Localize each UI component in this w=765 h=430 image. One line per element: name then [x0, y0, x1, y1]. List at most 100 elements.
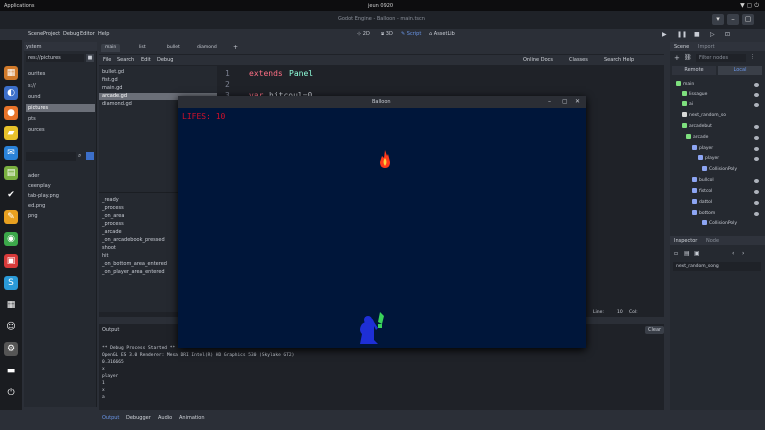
mail-icon[interactable]: ✉ [4, 146, 18, 160]
search-icon[interactable]: ⌕ [78, 152, 81, 160]
workspace-script[interactable]: ✎ Script [398, 30, 424, 38]
link-icon[interactable]: ⛓ [684, 54, 692, 61]
tree-node[interactable]: dattol [692, 199, 712, 207]
tree-node[interactable]: bullcol [692, 177, 714, 185]
stop-button[interactable]: ■ [691, 30, 703, 39]
tab-list[interactable]: list [135, 44, 150, 52]
tab-node[interactable]: Node [706, 238, 719, 244]
menu-help[interactable]: Help [98, 31, 109, 37]
tree-node[interactable]: CollisionPoly [702, 220, 737, 228]
tab-audio[interactable]: Audio [158, 415, 172, 421]
launcher-app-icon[interactable]: ◐ [4, 86, 18, 100]
filter-options-icon[interactable]: ⋮ [750, 54, 755, 60]
workspace-2d[interactable]: ⊹ 2D [354, 30, 373, 38]
tab-diamond[interactable]: diamond [193, 44, 221, 52]
fs-item[interactable]: pts [26, 115, 95, 123]
function-item[interactable]: _arcade [102, 229, 122, 236]
tab-animation[interactable]: Animation [179, 415, 205, 421]
filter-nodes-input[interactable]: Filter nodes [696, 54, 746, 62]
function-item[interactable]: _process [102, 221, 124, 228]
path-field[interactable]: res://pictures [26, 54, 84, 62]
script-item[interactable]: fist.gd [102, 77, 118, 84]
power-icon[interactable]: ⏻ [4, 386, 18, 400]
launcher-app-icon[interactable]: ▦ [4, 66, 18, 80]
visibility-icon[interactable] [754, 157, 759, 161]
applications-menu[interactable]: Applications [4, 3, 35, 9]
fs-file[interactable]: png [26, 212, 95, 220]
tab-inspector[interactable]: Inspector [674, 238, 697, 244]
godot-icon[interactable]: ☺ [4, 320, 18, 334]
tree-node[interactable]: arcade [686, 134, 708, 142]
tree-node[interactable]: lissague [682, 91, 707, 99]
script-menu-edit[interactable]: Edit [141, 57, 151, 63]
fs-file[interactable]: tab-play.png [26, 192, 95, 200]
menu-scene[interactable]: Scene [28, 31, 43, 37]
maximize-icon[interactable]: ▢ [562, 98, 568, 105]
tree-node[interactable]: CollisionPoly [702, 166, 737, 174]
fs-file[interactable]: ader [26, 172, 95, 180]
minimize-button[interactable]: – [727, 14, 739, 25]
new-resource-icon[interactable]: ▫ [674, 250, 678, 257]
system-tray-icons[interactable]: ▼ ▢ ⏻ [740, 2, 759, 10]
window-menu-button[interactable]: ▾ [712, 14, 724, 25]
script-item[interactable]: bullet.gd [102, 69, 124, 76]
tab-main[interactable]: main [101, 44, 121, 52]
visibility-icon[interactable] [754, 147, 759, 151]
visibility-icon[interactable] [754, 125, 759, 129]
tab-bullet[interactable]: bullet [163, 44, 184, 52]
skype-icon[interactable]: S [4, 276, 18, 290]
document-icon[interactable]: ▤ [4, 166, 18, 180]
view-toggle-icon[interactable] [86, 152, 94, 160]
workspace-3d[interactable]: ⧈ 3D [378, 30, 396, 38]
tree-node[interactable]: fistcol [692, 188, 712, 196]
menu-project[interactable]: Project [43, 31, 60, 37]
text-editor-icon[interactable]: ✎ [4, 210, 18, 224]
classes-button[interactable]: Classes [569, 57, 588, 63]
function-item[interactable]: _process [102, 205, 124, 212]
visibility-icon[interactable] [754, 93, 759, 97]
tab-scene[interactable]: Scene [674, 44, 689, 50]
fs-item-selected[interactable]: pictures [26, 104, 95, 112]
remote-tab[interactable]: Remote [672, 66, 716, 75]
function-item[interactable]: shoot [102, 245, 116, 252]
search-help-button[interactable]: Search Help [604, 57, 634, 63]
bookmark-icon[interactable]: ■ [86, 54, 94, 62]
clear-button[interactable]: Clear [645, 326, 665, 334]
tree-node[interactable]: arcadebut [682, 123, 712, 131]
chrome-icon[interactable]: ◉ [4, 232, 18, 246]
add-node-icon[interactable]: + [674, 54, 680, 62]
checkmark-icon[interactable]: ✔ [4, 188, 18, 202]
inspected-object[interactable]: next_random_song [673, 262, 761, 271]
tab-output[interactable]: Output [102, 415, 119, 421]
script-menu-search[interactable]: Search [117, 57, 134, 63]
fs-search-input[interactable] [26, 152, 76, 161]
fs-file[interactable]: ceenplay [26, 182, 95, 190]
function-item[interactable]: _ready [102, 197, 119, 204]
fs-item[interactable]: s:// [26, 82, 95, 90]
close-icon[interactable]: ✕ [575, 98, 580, 105]
tree-node[interactable]: bottom [692, 210, 715, 218]
function-item[interactable]: hit [102, 253, 109, 260]
pause-button[interactable]: ❚❚ [674, 30, 690, 39]
tree-node[interactable]: player [692, 145, 713, 153]
open-resource-icon[interactable]: ▤ [684, 250, 690, 257]
firefox-icon[interactable]: ● [4, 106, 18, 120]
game-window[interactable]: Balloon – ▢ ✕ LIFES: 10 [178, 96, 586, 348]
tree-node[interactable]: main [676, 81, 694, 89]
visibility-icon[interactable] [754, 201, 759, 205]
function-item[interactable]: _on_bottom_area_entered [102, 261, 167, 268]
function-item[interactable]: _on_area [102, 213, 124, 220]
grid-icon[interactable]: ▦ [4, 298, 18, 312]
pdf-icon[interactable]: ▣ [4, 254, 18, 268]
visibility-icon[interactable] [754, 190, 759, 194]
history-back-icon[interactable]: ‹ [732, 250, 734, 257]
tab-import[interactable]: Import [698, 44, 715, 50]
play-button[interactable]: ▶ [659, 30, 670, 39]
history-forward-icon[interactable]: › [742, 250, 744, 257]
visibility-icon[interactable] [754, 179, 759, 183]
save-resource-icon[interactable]: ▣ [694, 250, 700, 257]
tree-node[interactable]: ai [682, 101, 693, 109]
fs-item[interactable]: ound [26, 93, 95, 101]
local-tab[interactable]: Local [718, 66, 762, 75]
workspace-assetlib[interactable]: ⌂ AssetLib [426, 30, 458, 38]
